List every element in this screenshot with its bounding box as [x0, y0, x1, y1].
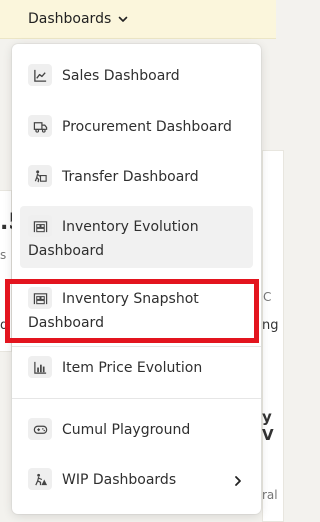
background-fragment: ng [262, 318, 279, 333]
menu-divider [12, 346, 261, 347]
gamepad-icon [28, 418, 52, 440]
menu-divider [12, 398, 261, 399]
warehouse-icon [28, 287, 52, 309]
menu-item-item-price-evolution[interactable]: Item Price Evolution [20, 356, 253, 380]
background-fragment: s [0, 248, 7, 262]
warehouse-icon [28, 215, 52, 237]
menu-item-wip-dashboards[interactable]: WIP Dashboards [20, 468, 253, 492]
menu-item-label-line2: Dashboard [28, 315, 104, 331]
menu-item-label: Cumul Playground [62, 422, 191, 438]
background-fragment: ral [262, 488, 278, 502]
menu-item-inventory-snapshot-dashboard[interactable]: Inventory Snapshot Dashboard [20, 278, 253, 340]
menu-item-sales-dashboard[interactable]: Sales Dashboard [20, 64, 253, 88]
dashboards-label: Dashboards [28, 11, 112, 27]
transfer-icon [28, 165, 52, 187]
menu-item-label-line1: Inventory Snapshot [62, 291, 199, 307]
menu-item-label: Transfer Dashboard [62, 169, 199, 185]
bar-chart-icon [28, 356, 52, 378]
chevron-down-icon [118, 16, 128, 22]
menu-item-cumul-playground[interactable]: Cumul Playground [20, 418, 253, 442]
background-fragment: y V [262, 408, 274, 444]
background-fragment: d [0, 318, 9, 333]
background-card-right [262, 150, 284, 522]
dashboards-dropdown-toggle[interactable]: Dashboards [28, 8, 129, 30]
dashboards-dropdown-menu: Sales Dashboard Procurement Dashboard Tr… [12, 44, 261, 514]
menu-item-transfer-dashboard[interactable]: Transfer Dashboard [20, 165, 253, 189]
menu-item-label-line1: Inventory Evolution [62, 219, 199, 235]
menu-item-label: Sales Dashboard [62, 68, 180, 84]
menu-item-procurement-dashboard[interactable]: Procurement Dashboard [20, 115, 253, 139]
chevron-right-icon [235, 476, 241, 486]
construction-icon [28, 468, 52, 490]
menu-item-label: Item Price Evolution [62, 360, 203, 376]
background-fragment: C [263, 290, 272, 304]
menu-item-label-line2: Dashboard [28, 243, 104, 259]
truck-icon [28, 115, 52, 137]
menu-item-label: WIP Dashboards [62, 472, 177, 488]
menu-item-label: Procurement Dashboard [62, 119, 232, 135]
menu-item-inventory-evolution-dashboard[interactable]: Inventory Evolution Dashboard [20, 206, 253, 268]
line-chart-icon [28, 64, 52, 86]
top-bar: Dashboards [0, 0, 276, 39]
